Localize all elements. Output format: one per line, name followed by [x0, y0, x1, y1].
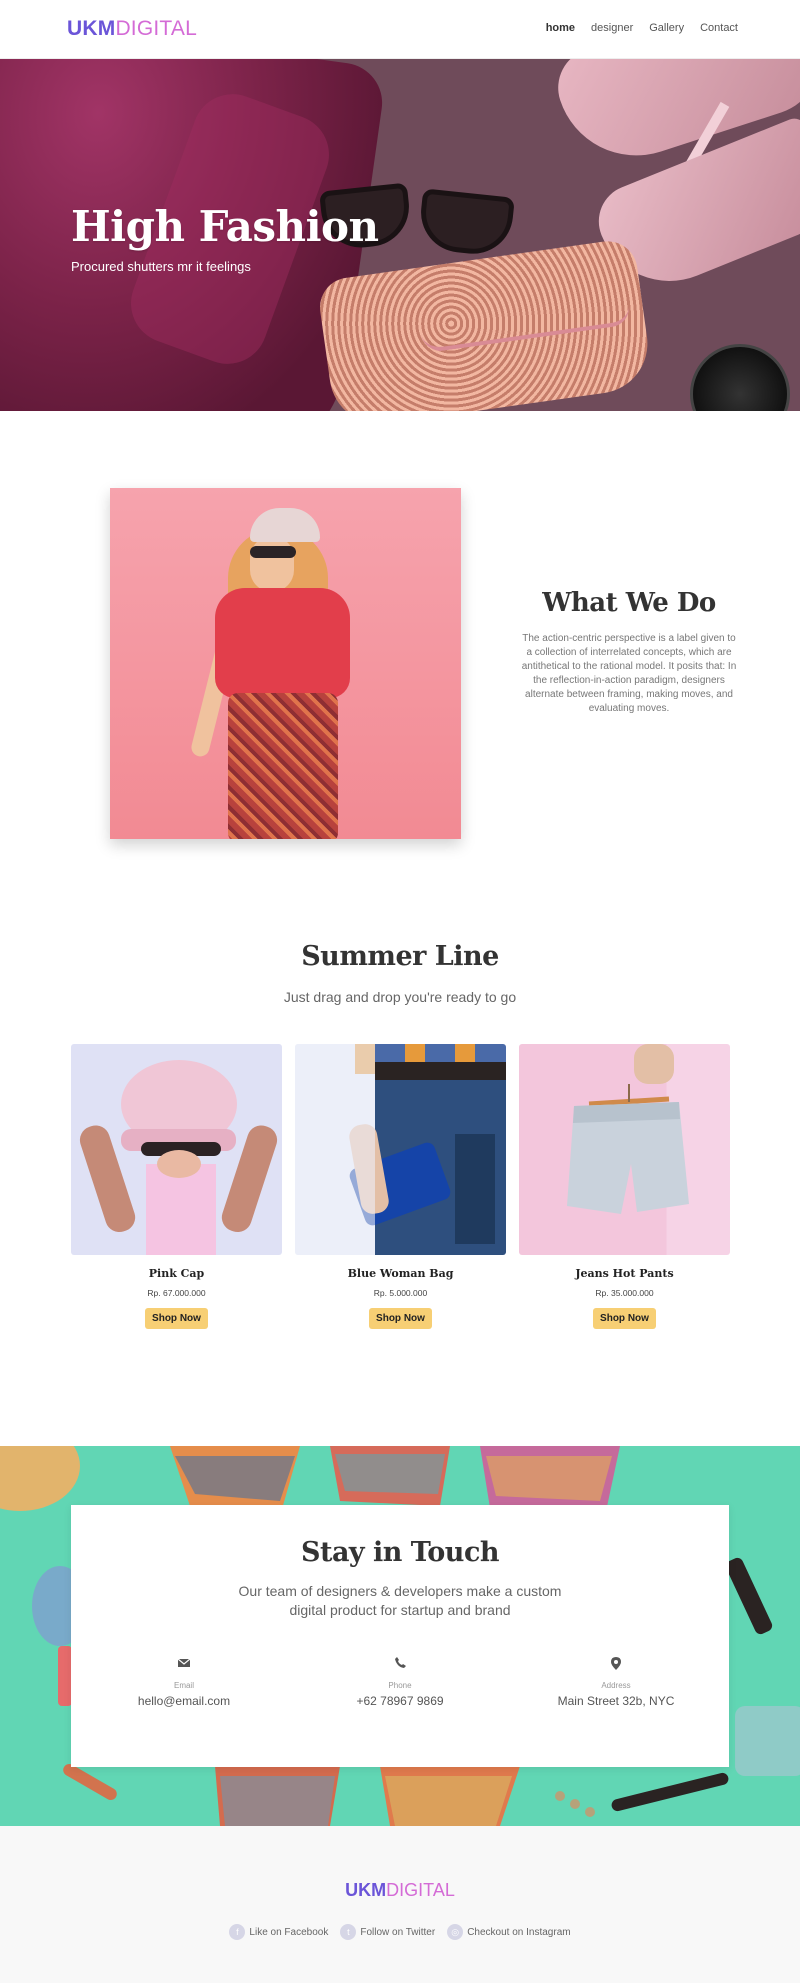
contact-label: Address: [601, 1681, 631, 1690]
logo-part-digital: DIGITAL: [115, 17, 197, 40]
stay-in-touch-title: Stay in Touch: [300, 1537, 500, 1568]
product-price: Rp. 5.000.000: [373, 1288, 428, 1298]
footer-link-instagram[interactable]: ◎ Checkout on Instagram: [447, 1924, 571, 1940]
stay-in-touch-body-line-2: digital product for startup and brand: [289, 1602, 511, 1618]
footer-link-label: Like on Facebook: [249, 1926, 329, 1938]
hero-sunglasses-right-lens: [417, 188, 515, 258]
product-price: Rp. 35.000.000: [595, 1288, 654, 1298]
footer-logo[interactable]: UKMDIGITAL: [0, 1880, 800, 1901]
footer: UKMDIGITAL f Like on Facebook t Follow o…: [0, 1826, 800, 1983]
footer-link-facebook[interactable]: f Like on Facebook: [229, 1924, 328, 1940]
product-card: Blue Woman Bag Rp. 5.000.000 Shop Now: [295, 1044, 506, 1329]
footer-logo-part-ukm: UKM: [345, 1880, 387, 1900]
contact-email: Email hello@email.com: [84, 1657, 284, 1708]
footer-social-links: f Like on Facebook t Follow on Twitter ◎…: [0, 1924, 800, 1940]
product-name: Blue Woman Bag: [347, 1267, 454, 1280]
map-marker-icon: [516, 1657, 716, 1673]
product-card: Jeans Hot Pants Rp. 35.000.000 Shop Now: [519, 1044, 730, 1329]
contact-address: Address Main Street 32b, NYC: [516, 1657, 716, 1708]
what-we-do-text-block: What We Do The action-centric perspectiv…: [520, 588, 738, 716]
envelope-icon: [84, 1657, 284, 1673]
product-name: Jeans Hot Pants: [575, 1267, 674, 1280]
stay-in-touch-body: Our team of designers & developers make …: [71, 1582, 729, 1620]
footer-link-twitter[interactable]: t Follow on Twitter: [340, 1924, 435, 1940]
footer-link-label: Follow on Twitter: [360, 1926, 436, 1938]
model-red-top-shape: [215, 588, 350, 698]
nav-link-contact[interactable]: Contact: [700, 22, 738, 34]
nav-link-designer[interactable]: designer: [591, 22, 633, 34]
nav-link-home[interactable]: home: [546, 22, 575, 34]
what-we-do-title: What We Do: [542, 588, 716, 618]
contact-value-phone[interactable]: +62 78967 9869: [300, 1694, 500, 1708]
contact-label: Phone: [388, 1681, 412, 1690]
contact-value-address: Main Street 32b, NYC: [557, 1694, 675, 1708]
shop-now-button[interactable]: Shop Now: [145, 1308, 208, 1329]
shop-now-button[interactable]: Shop Now: [593, 1308, 656, 1329]
blue-bag-illustration: [295, 1044, 506, 1255]
contact-label: Email: [173, 1681, 194, 1690]
footer-link-label: Checkout on Instagram: [467, 1926, 571, 1938]
logo-part-ukm: UKM: [67, 17, 116, 40]
hero-makeup-compact-image: [690, 344, 790, 411]
nav-link-gallery[interactable]: Gallery: [649, 22, 684, 34]
product-card: Pink Cap Rp. 67.000.000 Shop Now: [71, 1044, 282, 1329]
hero-title: High Fashion: [71, 202, 379, 251]
product-image-pink-cap[interactable]: [71, 1044, 282, 1255]
pink-cap-illustration: [79, 1060, 278, 1255]
instagram-icon: ◎: [447, 1924, 464, 1940]
summer-line-subtitle: Just drag and drop you're ready to go: [283, 989, 517, 1005]
product-image-blue-bag[interactable]: [295, 1044, 506, 1255]
facebook-icon: f: [229, 1924, 246, 1940]
stay-in-touch-card: Stay in Touch Our team of designers & de…: [71, 1505, 729, 1767]
model-face-shape: [250, 536, 294, 592]
brand-logo[interactable]: UKMDIGITAL: [67, 17, 197, 41]
summer-line-title: Summer Line: [301, 941, 499, 972]
product-name: Pink Cap: [148, 1267, 205, 1280]
model-sunglasses-shape: [250, 546, 296, 558]
contact-value-email[interactable]: hello@email.com: [84, 1694, 284, 1708]
footer-logo-part-digital: DIGITAL: [386, 1880, 455, 1900]
product-image-jeans-hot-pants[interactable]: [519, 1044, 730, 1255]
hero-subtitle: Procured shutters mr it feelings: [71, 259, 251, 274]
jeans-hot-pants-illustration: [567, 1044, 689, 1214]
nav-links: home designer Gallery Contact: [546, 22, 738, 34]
shop-now-button[interactable]: Shop Now: [369, 1308, 432, 1329]
what-we-do-model-photo: [110, 488, 461, 839]
model-patterned-pants-shape: [228, 693, 338, 839]
what-we-do-body: The action-centric perspective is a labe…: [521, 633, 737, 714]
model-hat-shape: [250, 508, 320, 542]
product-price: Rp. 67.000.000: [147, 1288, 206, 1298]
stay-in-touch-body-line-1: Our team of designers & developers make …: [238, 1583, 562, 1599]
contact-phone: Phone +62 78967 9869: [300, 1657, 500, 1708]
top-navbar: UKMDIGITAL home designer Gallery Contact: [0, 0, 800, 59]
twitter-icon: t: [340, 1924, 357, 1940]
phone-icon: [300, 1657, 500, 1673]
